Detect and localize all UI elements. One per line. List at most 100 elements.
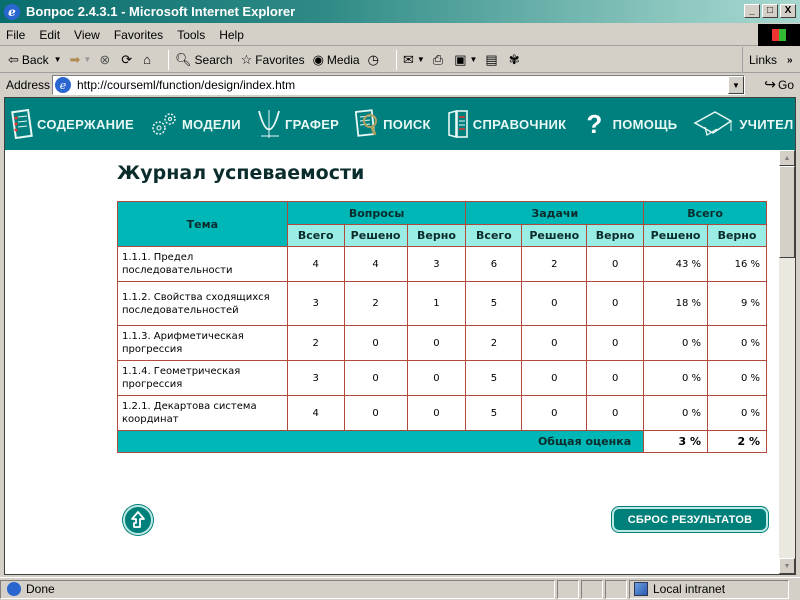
t-correct-cell: 0 [586,360,645,396]
minimize-button[interactable]: _ [744,4,760,18]
refresh-button[interactable]: ⟳ [121,52,135,68]
scroll-down-button[interactable]: ▼ [779,558,795,574]
mail-dropdown-icon[interactable]: ▼ [417,55,425,64]
forward-button[interactable]: ➡ ▼ [70,52,92,68]
page-icon: e [55,77,71,93]
edit-icon: ▣ [454,51,467,67]
window-controls: _ □ X [744,4,796,18]
media-button[interactable]: ◉ Media [313,52,360,68]
nav-search[interactable]: ПОИСК [355,108,431,140]
discuss-button[interactable]: ▤ [485,52,500,68]
scroll-thumb[interactable] [779,166,795,258]
address-url: http://courseml/function/design/index.ht… [77,78,296,92]
header-questions: Вопросы [286,201,467,225]
media-icon: ◉ [312,51,324,67]
subheader-solved-pct: Решено [643,224,709,247]
stop-icon: ⊗ [99,51,111,67]
nav-contents[interactable]: СОДЕРЖАНИЕ [11,109,134,139]
nav-teacher-label: УЧИТЕЛ [739,116,794,132]
subheader-t-total: Всего [465,224,523,247]
nav-grapher-label: ГРАФЕР [284,116,340,132]
close-button[interactable]: X [780,4,796,18]
nav-help[interactable]: ? ПОМОЩЬ [582,109,677,140]
question-icon: ? [586,108,603,139]
history-button[interactable]: ◷ [368,52,382,68]
subheader-q-correct: Верно [406,224,467,247]
messenger-icon: ✾ [508,51,520,67]
edit-dropdown-icon[interactable]: ▼ [469,55,477,64]
t-solved-cell: 0 [521,281,588,326]
nav-help-label: ПОМОЩЬ [612,116,678,132]
mail-button[interactable]: ✉ ▼ [403,52,425,68]
status-cell [581,579,603,599]
address-label: Address [6,78,51,92]
page-title: Журнал успеваемости [117,162,365,184]
favorites-button[interactable]: ☆ Favorites [241,52,305,68]
home-button[interactable]: ⌂ [143,52,154,67]
cap-icon [693,111,733,137]
forward-dropdown-icon[interactable]: ▼ [83,55,91,64]
nav-reference[interactable]: СПРАВОЧНИК [447,109,567,139]
q-total-cell: 4 [286,395,345,431]
back-button[interactable]: ⇦ Back ▼ [8,52,62,68]
window-titlebar: e Вопрос 2.4.3.1 - Microsoft Internet Ex… [0,0,800,24]
subheader-t-solved: Решено [521,224,588,247]
print-icon: ⎙ [432,51,444,67]
vertical-scrollbar[interactable]: ▲ ▼ [779,150,795,574]
subheader-t-correct: Верно [586,224,645,247]
table-row: 1.1.4. Геометрическая прогрессия 3 0 0 5… [117,360,767,396]
menu-favorites[interactable]: Favorites [114,28,163,42]
scroll-up-button[interactable]: ▲ [779,150,795,166]
t-correct-cell: 0 [586,395,645,431]
reset-results-button[interactable]: СБРОС РЕЗУЛЬТАТОВ [612,507,768,532]
go-arrow-icon: ↪ [764,76,776,92]
nav-reference-label: СПРАВОЧНИК [472,116,567,132]
nav-search-label: ПОИСК [383,116,431,132]
address-dropdown-icon[interactable]: ▼ [728,76,744,94]
table-row: 1.1.3. Арифметическая прогрессия 2 0 0 2… [117,325,767,361]
windows-logo-icon [758,24,800,46]
ie-logo-icon: e [4,3,20,20]
address-bar: Address e http://courseml/function/desig… [0,73,800,97]
t-solved-cell: 0 [521,325,588,361]
home-icon: ⌂ [143,52,152,67]
search-icon [355,109,378,137]
table-row: 1.1.1. Предел последовательности 4 4 3 6… [117,246,767,282]
q-solved-cell: 0 [343,325,408,361]
q-total-cell: 2 [286,325,345,361]
favorites-label: Favorites [255,52,305,67]
address-input[interactable]: e http://courseml/function/design/index.… [52,75,745,95]
nav-teacher[interactable]: УЧИТЕЛ [693,109,793,139]
subheader-q-total: Всего [286,224,345,247]
total-solved-pct: 3 % [643,430,709,453]
nav-models[interactable]: МОДЕЛИ [150,110,241,138]
menu-help[interactable]: Help [219,28,244,42]
q-correct-cell: 0 [406,325,467,361]
solved-pct-cell: 18 % [643,281,709,326]
go-button[interactable]: ↪ Go [764,76,794,93]
status-cell [557,579,579,599]
menu-file[interactable]: File [6,28,25,42]
maximize-button[interactable]: □ [762,4,778,18]
back-to-top-button[interactable] [123,505,153,535]
back-dropdown-icon[interactable]: ▼ [54,55,62,64]
grades-table: Тема Вопросы Задачи Всего Всего Решено В… [116,201,767,453]
intranet-icon [634,582,648,596]
edit-button[interactable]: ▣ ▼ [454,52,477,68]
book-icon [447,109,468,139]
nav-grapher[interactable]: ГРАФЕР [257,108,339,140]
t-solved-cell: 2 [521,246,588,282]
menu-view[interactable]: View [74,28,100,42]
print-button[interactable]: ⎙ [433,52,446,68]
table-row: 1.2.1. Декартова система координат 4 0 0… [117,395,767,431]
menu-tools[interactable]: Tools [177,28,205,42]
messenger-button[interactable]: ✾ [509,52,523,68]
search-button[interactable]: 🔍︎ Search [175,52,233,68]
stop-button[interactable]: ⊗ [99,52,113,68]
topic-cell: 1.1.4. Геометрическая прогрессия [117,360,288,396]
links-button[interactable]: Links » [742,47,800,73]
t-solved-cell: 0 [521,395,588,431]
menu-bar: File Edit View Favorites Tools Help [0,24,800,46]
menu-edit[interactable]: Edit [39,28,60,42]
back-label: Back [21,52,49,67]
